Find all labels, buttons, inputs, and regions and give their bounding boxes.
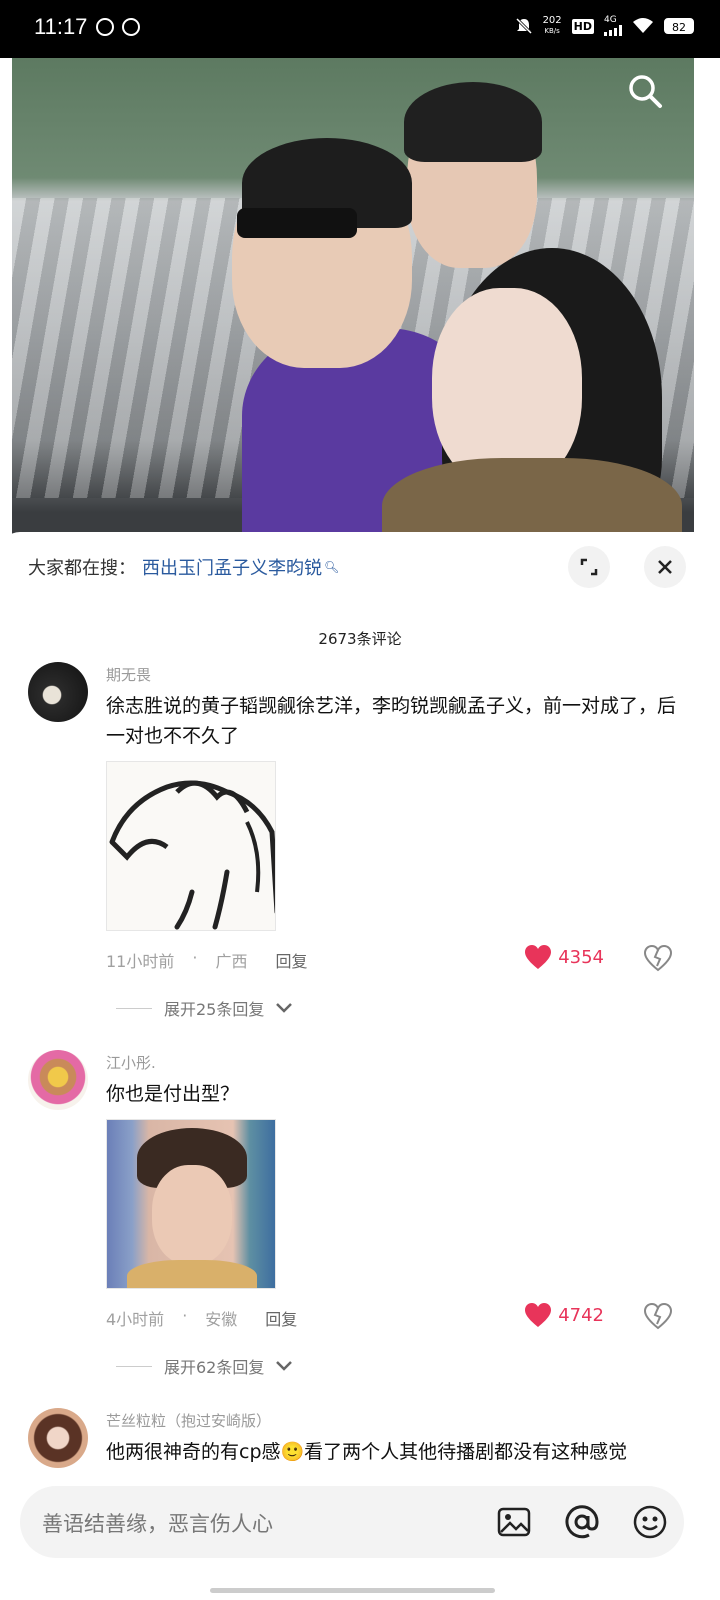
expand-replies-button[interactable]: 展开25条回复: [116, 996, 293, 1020]
heart-icon: [525, 945, 552, 969]
trending-prefix: 大家都在搜：: [28, 558, 136, 579]
emoji-icon[interactable]: [632, 1504, 668, 1540]
net-speed: 202 KB/s: [542, 15, 562, 36]
comment-sheet: 大家都在搜： 西出玉门孟子义李昀锐 🔍︎ 2673条评论 期无畏 徐志胜说的黄子…: [0, 532, 720, 1600]
dislike-icon[interactable]: [644, 1302, 672, 1330]
chevron-down-icon: [276, 1003, 293, 1013]
heart-icon: [525, 1303, 552, 1327]
image-icon[interactable]: [496, 1504, 532, 1540]
like-count: 4354: [558, 946, 604, 968]
username[interactable]: 江小彤.: [106, 1052, 686, 1073]
username[interactable]: 芒丝粒粒（抱过安崎版）: [106, 1410, 686, 1431]
avatar[interactable]: [28, 1050, 88, 1110]
app-notification-icon: [122, 18, 140, 36]
notification-icon: [96, 18, 114, 36]
dislike-icon[interactable]: [644, 944, 672, 972]
signal-icon: [604, 25, 622, 36]
comment-text: 徐志胜说的黄子韬觊觎徐艺洋，李昀锐觊觎孟子义，前一对成了，后一对也不不久了: [106, 695, 677, 747]
comment-sticker-image[interactable]: [106, 761, 276, 931]
comment-image[interactable]: [106, 1119, 276, 1289]
comment-time: 4小时前: [106, 1310, 165, 1329]
close-button[interactable]: [644, 546, 686, 588]
mention-icon[interactable]: [564, 1504, 600, 1540]
fullscreen-button[interactable]: [568, 546, 610, 588]
comment-input[interactable]: 善语结善缘，恶言伤人心: [20, 1486, 684, 1558]
status-time: 11:17: [34, 14, 88, 39]
comment-location: 安徽: [205, 1310, 238, 1329]
wifi-icon: [633, 18, 653, 33]
comment-time: 11小时前: [106, 952, 175, 971]
comment-location: 广西: [215, 952, 248, 971]
trending-search[interactable]: 大家都在搜： 西出玉门孟子义李昀锐 🔍︎: [28, 554, 339, 580]
expand-replies-button[interactable]: 展开62条回复: [116, 1354, 293, 1378]
comment-input-placeholder: 善语结善缘，恶言伤人心: [42, 1512, 273, 1536]
comment-count: 2673条评论: [318, 630, 402, 648]
avatar[interactable]: [28, 662, 88, 722]
status-bar: 11:17 202 KB/s HD 4G 82: [0, 0, 720, 58]
network-type: 4G: [604, 15, 617, 25]
small-search-icon: 🔍︎: [324, 560, 340, 574]
comment-text: 你也是付出型？: [106, 1083, 240, 1105]
comment-text: 他两很神奇的有cp感🙂看了两个人其他待播剧都没有这种感觉: [106, 1441, 628, 1463]
close-icon: [658, 560, 672, 574]
home-indicator[interactable]: [210, 1588, 495, 1593]
reply-button[interactable]: 回复: [265, 1306, 297, 1330]
username[interactable]: 期无畏: [106, 664, 686, 685]
avatar[interactable]: [28, 1408, 88, 1468]
like-button[interactable]: 4354: [524, 944, 604, 970]
chevron-down-icon: [276, 1361, 293, 1371]
hd-badge: HD: [571, 18, 594, 34]
like-count: 4742: [558, 1304, 604, 1326]
reply-button[interactable]: 回复: [275, 948, 307, 972]
trending-keyword[interactable]: 西出玉门孟子义李昀锐: [142, 554, 322, 580]
search-icon[interactable]: [626, 72, 664, 110]
expand-icon: [580, 558, 598, 576]
like-button[interactable]: 4742: [524, 1302, 604, 1328]
video-player[interactable]: [12, 58, 694, 536]
battery-icon: 82: [664, 18, 694, 34]
mute-bell-icon: [515, 17, 532, 35]
